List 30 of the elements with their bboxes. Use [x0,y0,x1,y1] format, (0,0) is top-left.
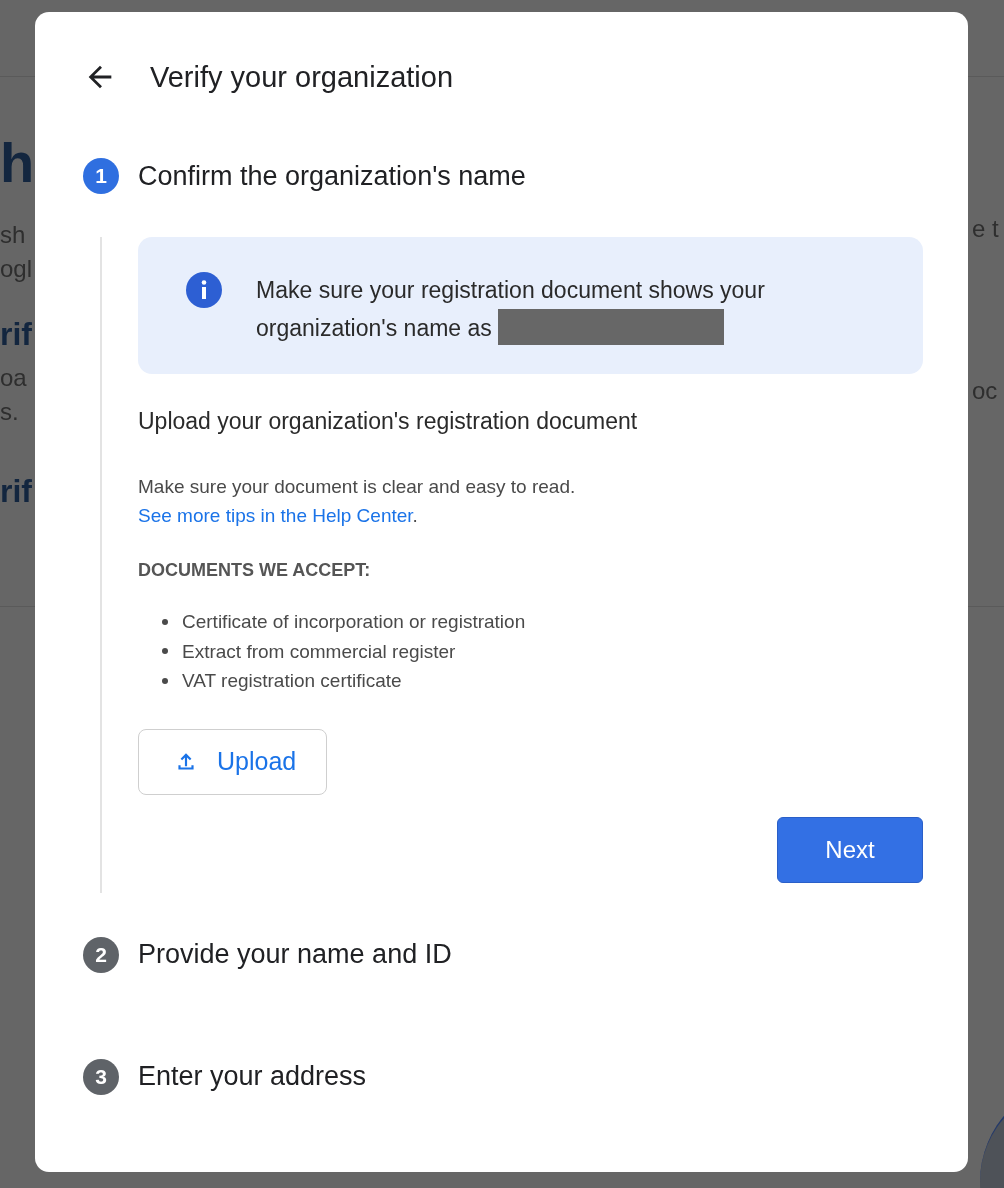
step-number: 1 [83,158,119,194]
step-title[interactable]: Provide your name and ID [138,939,452,970]
background-text: sh [0,220,27,250]
document-type: Certificate of incorporation or registration [182,610,526,634]
background-text: ogl [0,254,34,284]
bullet-icon [162,677,168,684]
next-button[interactable]: Next [777,816,923,883]
background-text: oa [0,363,28,393]
step-number: 3 [83,1058,119,1095]
background-text: e t [972,214,999,244]
tip-text: Make sure your document is clear and easy to read. See more tips in the Help Center. [138,475,577,528]
bullet-icon [162,618,168,625]
info-message: Make sure your registration document shows your organization's name as [256,272,893,347]
document-type: VAT registration certificate [182,669,402,693]
info-icon [186,272,222,308]
upload-button[interactable]: Upload [138,728,328,795]
help-center-link[interactable]: See more tips in the Help Center [138,505,413,526]
step-number: 2 [83,936,119,973]
bullet-icon [162,648,168,655]
background-text: rif [0,473,33,510]
background-text: s. [0,397,20,427]
background-text: rif [0,316,33,353]
background-text: oc [972,376,998,406]
step-title[interactable]: Confirm the organization's name [138,160,526,192]
background-text: h [0,130,35,196]
document-type: Extract from commercial register [182,639,456,664]
dialog-title: Verify your organization [150,60,454,94]
step-title[interactable]: Enter your address [138,1061,367,1092]
documents-heading: DOCUMENTS WE ACCEPT: [138,560,372,581]
section-heading: Upload your organization's registration document [138,408,639,435]
